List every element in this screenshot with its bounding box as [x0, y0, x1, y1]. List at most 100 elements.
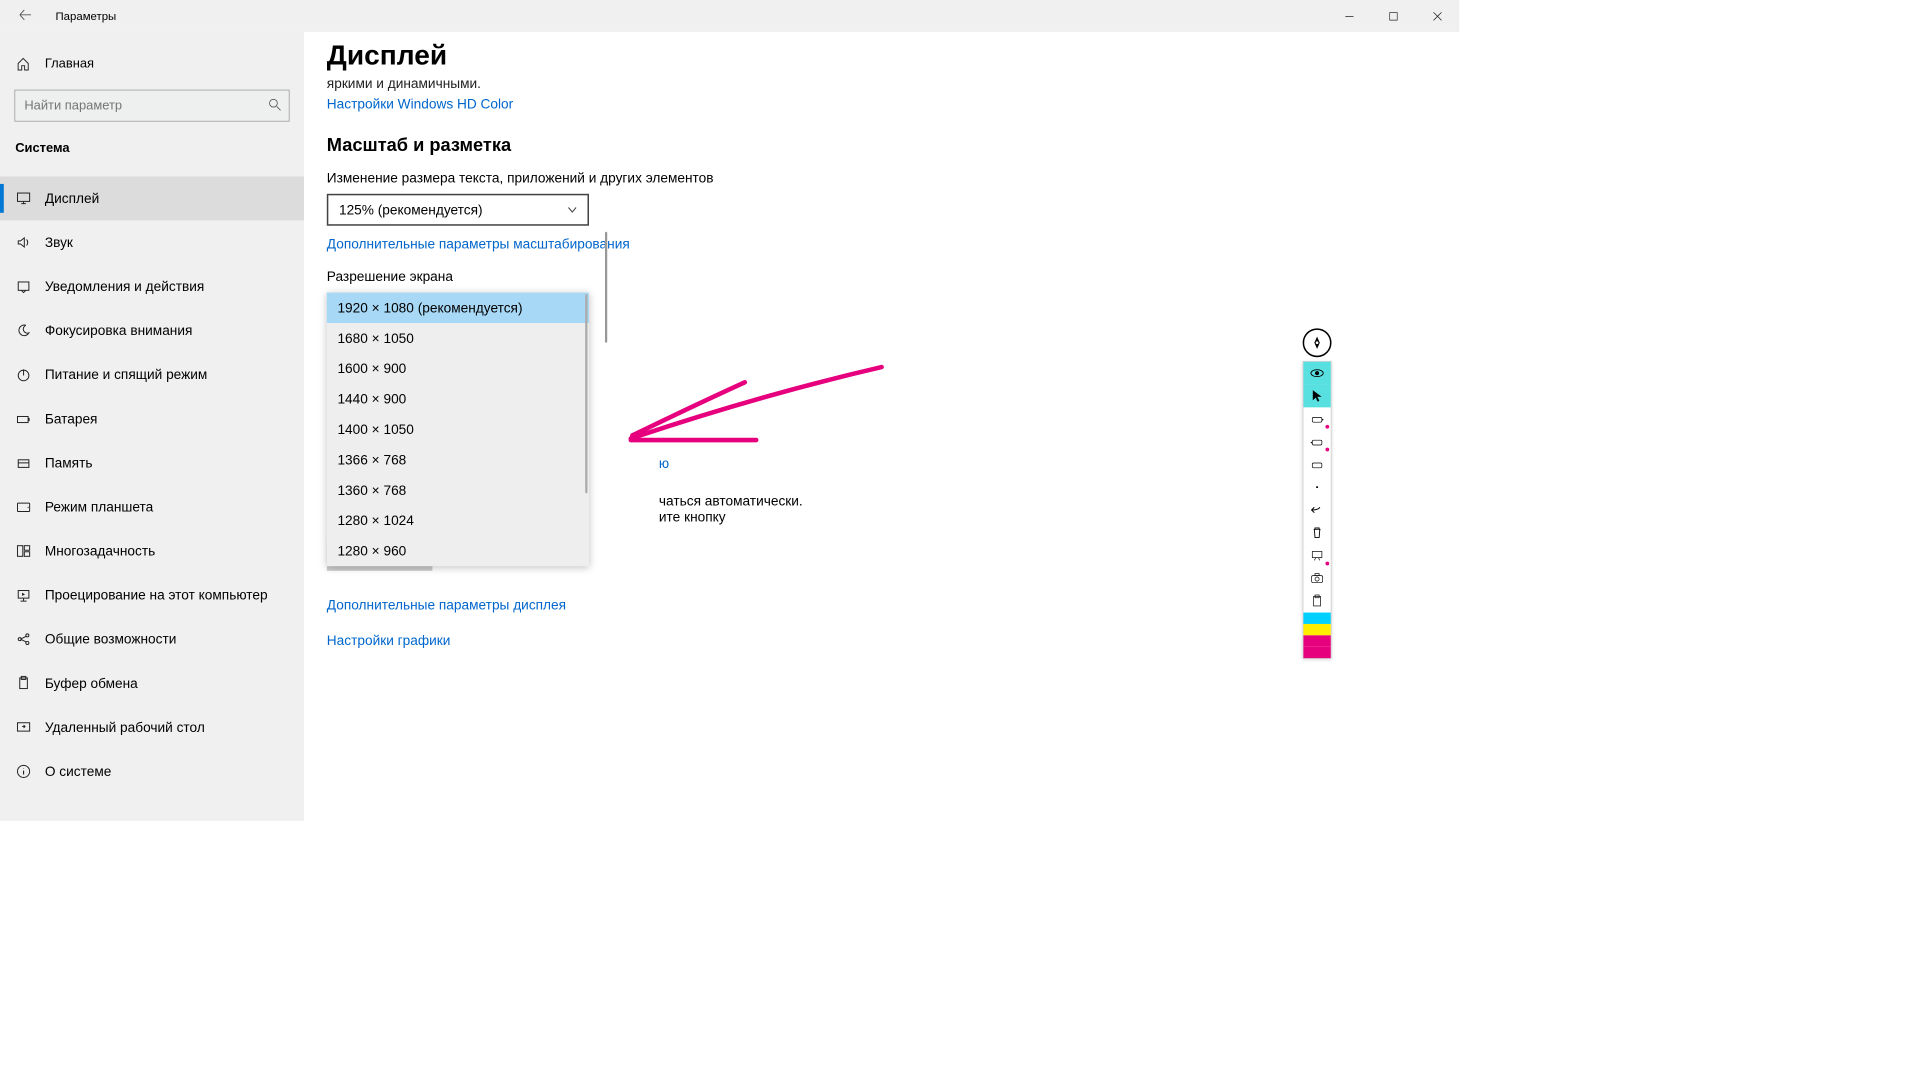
home-icon: [15, 57, 31, 71]
shared-icon: [15, 631, 31, 647]
sidebar-item-multitask[interactable]: Многозадачность: [0, 529, 304, 573]
advanced-display-link[interactable]: Дополнительные параметры дисплея: [327, 597, 1011, 613]
resolution-option[interactable]: 1680 × 1050: [327, 323, 589, 353]
sidebar-item-monitor[interactable]: Дисплей: [0, 176, 304, 220]
window-title: Параметры: [55, 10, 116, 23]
scale-label: Изменение размера текста, приложений и д…: [327, 170, 1011, 186]
resolution-option[interactable]: 1400 × 1050: [327, 414, 589, 444]
resolution-option[interactable]: 1280 × 1024: [327, 505, 589, 535]
cursor-tool[interactable]: [1303, 385, 1330, 408]
trash-icon: [1310, 526, 1324, 540]
multitask-icon: [15, 543, 31, 559]
minimize-icon: [1345, 12, 1353, 20]
scale-dropdown-value: 125% (рекомендуется): [339, 202, 483, 218]
sidebar-item-label: Проецирование на этот компьютер: [45, 587, 268, 603]
sidebar-item-tablet[interactable]: Режим планшета: [0, 485, 304, 529]
color-swatch-1[interactable]: [1303, 613, 1330, 636]
sidebar-item-project[interactable]: Проецирование на этот компьютер: [0, 573, 304, 617]
color-swatch-2[interactable]: [1303, 635, 1330, 658]
chevron-down-icon: [568, 202, 577, 218]
battery-icon: [15, 411, 31, 427]
sidebar-item-label: Звук: [45, 234, 73, 250]
marker-icon: [1310, 412, 1324, 426]
pen-tool-anchor[interactable]: [1303, 328, 1332, 357]
cursor-icon: [1310, 389, 1324, 403]
sidebar-item-label: Многозадачность: [45, 543, 155, 559]
scale-dropdown[interactable]: 125% (рекомендуется): [327, 194, 589, 226]
dot-tool[interactable]: [1303, 476, 1330, 499]
maximize-icon: [1389, 12, 1397, 20]
pen-nib-icon: [1310, 336, 1324, 350]
sidebar-item-label: Общие возможности: [45, 631, 177, 647]
annotation-toolbar: [1303, 361, 1332, 659]
resolution-option[interactable]: 1920 × 1080 (рекомендуется): [327, 293, 589, 323]
resolution-option[interactable]: 1280 × 960: [327, 536, 589, 566]
delete-tool[interactable]: [1303, 521, 1330, 544]
scale-heading: Масштаб и разметка: [327, 135, 1011, 156]
close-icon: [1433, 12, 1441, 20]
sidebar-item-label: Буфер обмена: [45, 675, 138, 691]
hd-color-link[interactable]: Настройки Windows HD Color: [327, 97, 1011, 113]
arrow-left-icon: [19, 9, 30, 20]
resolution-option[interactable]: 1366 × 768: [327, 445, 589, 475]
eye-icon: [1310, 366, 1324, 380]
notification-icon: [15, 279, 31, 295]
home-label: Главная: [45, 56, 94, 71]
main-content: Дисплей яркими и динамичными. Настройки …: [304, 32, 1459, 821]
marker-tool-1[interactable]: [1303, 407, 1330, 430]
sidebar-item-notification[interactable]: Уведомления и действия: [0, 264, 304, 308]
about-icon: [15, 763, 31, 779]
resolution-option[interactable]: 1440 × 900: [327, 384, 589, 414]
resolution-option[interactable]: 1600 × 900: [327, 353, 589, 383]
resolution-label: Разрешение экрана: [327, 269, 1011, 285]
tablet-icon: [15, 499, 31, 515]
undo-tool[interactable]: [1303, 499, 1330, 522]
home-button[interactable]: Главная: [0, 46, 304, 82]
marker-icon: [1310, 458, 1324, 472]
sidebar-item-sound[interactable]: Звук: [0, 220, 304, 264]
sidebar-item-remote[interactable]: Удаленный рабочий стол: [0, 705, 304, 749]
clipboard-icon: [1310, 594, 1324, 608]
undo-icon: [1310, 503, 1324, 517]
main-scrollbar[interactable]: [605, 232, 607, 343]
minimize-button[interactable]: [1327, 0, 1371, 32]
dropdown-scrollbar[interactable]: [585, 294, 587, 493]
storage-icon: [15, 455, 31, 471]
back-button[interactable]: [14, 9, 37, 23]
sidebar-item-label: Уведомления и действия: [45, 279, 204, 295]
marker-tool-2[interactable]: [1303, 430, 1330, 453]
board-icon: [1310, 549, 1324, 563]
auto-text-line1: чаться автоматически.: [659, 493, 1011, 509]
sidebar-item-label: Батарея: [45, 411, 98, 427]
sidebar-item-moon[interactable]: Фокусировка внимания: [0, 309, 304, 353]
marker-tool-3[interactable]: [1303, 453, 1330, 476]
sound-icon: [15, 234, 31, 250]
search-input[interactable]: [14, 90, 289, 122]
graphics-settings-link[interactable]: Настройки графики: [327, 633, 1011, 649]
sidebar-item-label: Фокусировка внимания: [45, 323, 193, 339]
sidebar-item-label: Питание и спящий режим: [45, 367, 207, 383]
sidebar-item-about[interactable]: О системе: [0, 749, 304, 793]
close-button[interactable]: [1415, 0, 1459, 32]
advanced-scaling-link[interactable]: Дополнительные параметры масштабирования: [327, 236, 630, 252]
resolution-option[interactable]: 1360 × 768: [327, 475, 589, 505]
remote-icon: [15, 719, 31, 735]
layout-link-partial[interactable]: ю: [659, 456, 1011, 472]
clipboard-tool[interactable]: [1303, 590, 1330, 613]
sidebar-item-battery[interactable]: Батарея: [0, 397, 304, 441]
eye-tool[interactable]: [1303, 362, 1330, 385]
sidebar-item-label: Удаленный рабочий стол: [45, 719, 205, 735]
sidebar-item-power[interactable]: Питание и спящий режим: [0, 353, 304, 397]
sidebar-item-storage[interactable]: Память: [0, 441, 304, 485]
sidebar-item-label: Режим планшета: [45, 499, 153, 515]
sidebar-item-label: Память: [45, 455, 93, 471]
board-tool[interactable]: [1303, 544, 1330, 567]
maximize-button[interactable]: [1371, 0, 1415, 32]
hd-desc-text: яркими и динамичными.: [327, 76, 1011, 92]
moon-icon: [15, 323, 31, 339]
sidebar-item-label: О системе: [45, 763, 112, 779]
page-title: Дисплей: [327, 40, 1011, 72]
sidebar-item-clipboard[interactable]: Буфер обмена: [0, 661, 304, 705]
camera-tool[interactable]: [1303, 567, 1330, 590]
sidebar-item-shared[interactable]: Общие возможности: [0, 617, 304, 661]
